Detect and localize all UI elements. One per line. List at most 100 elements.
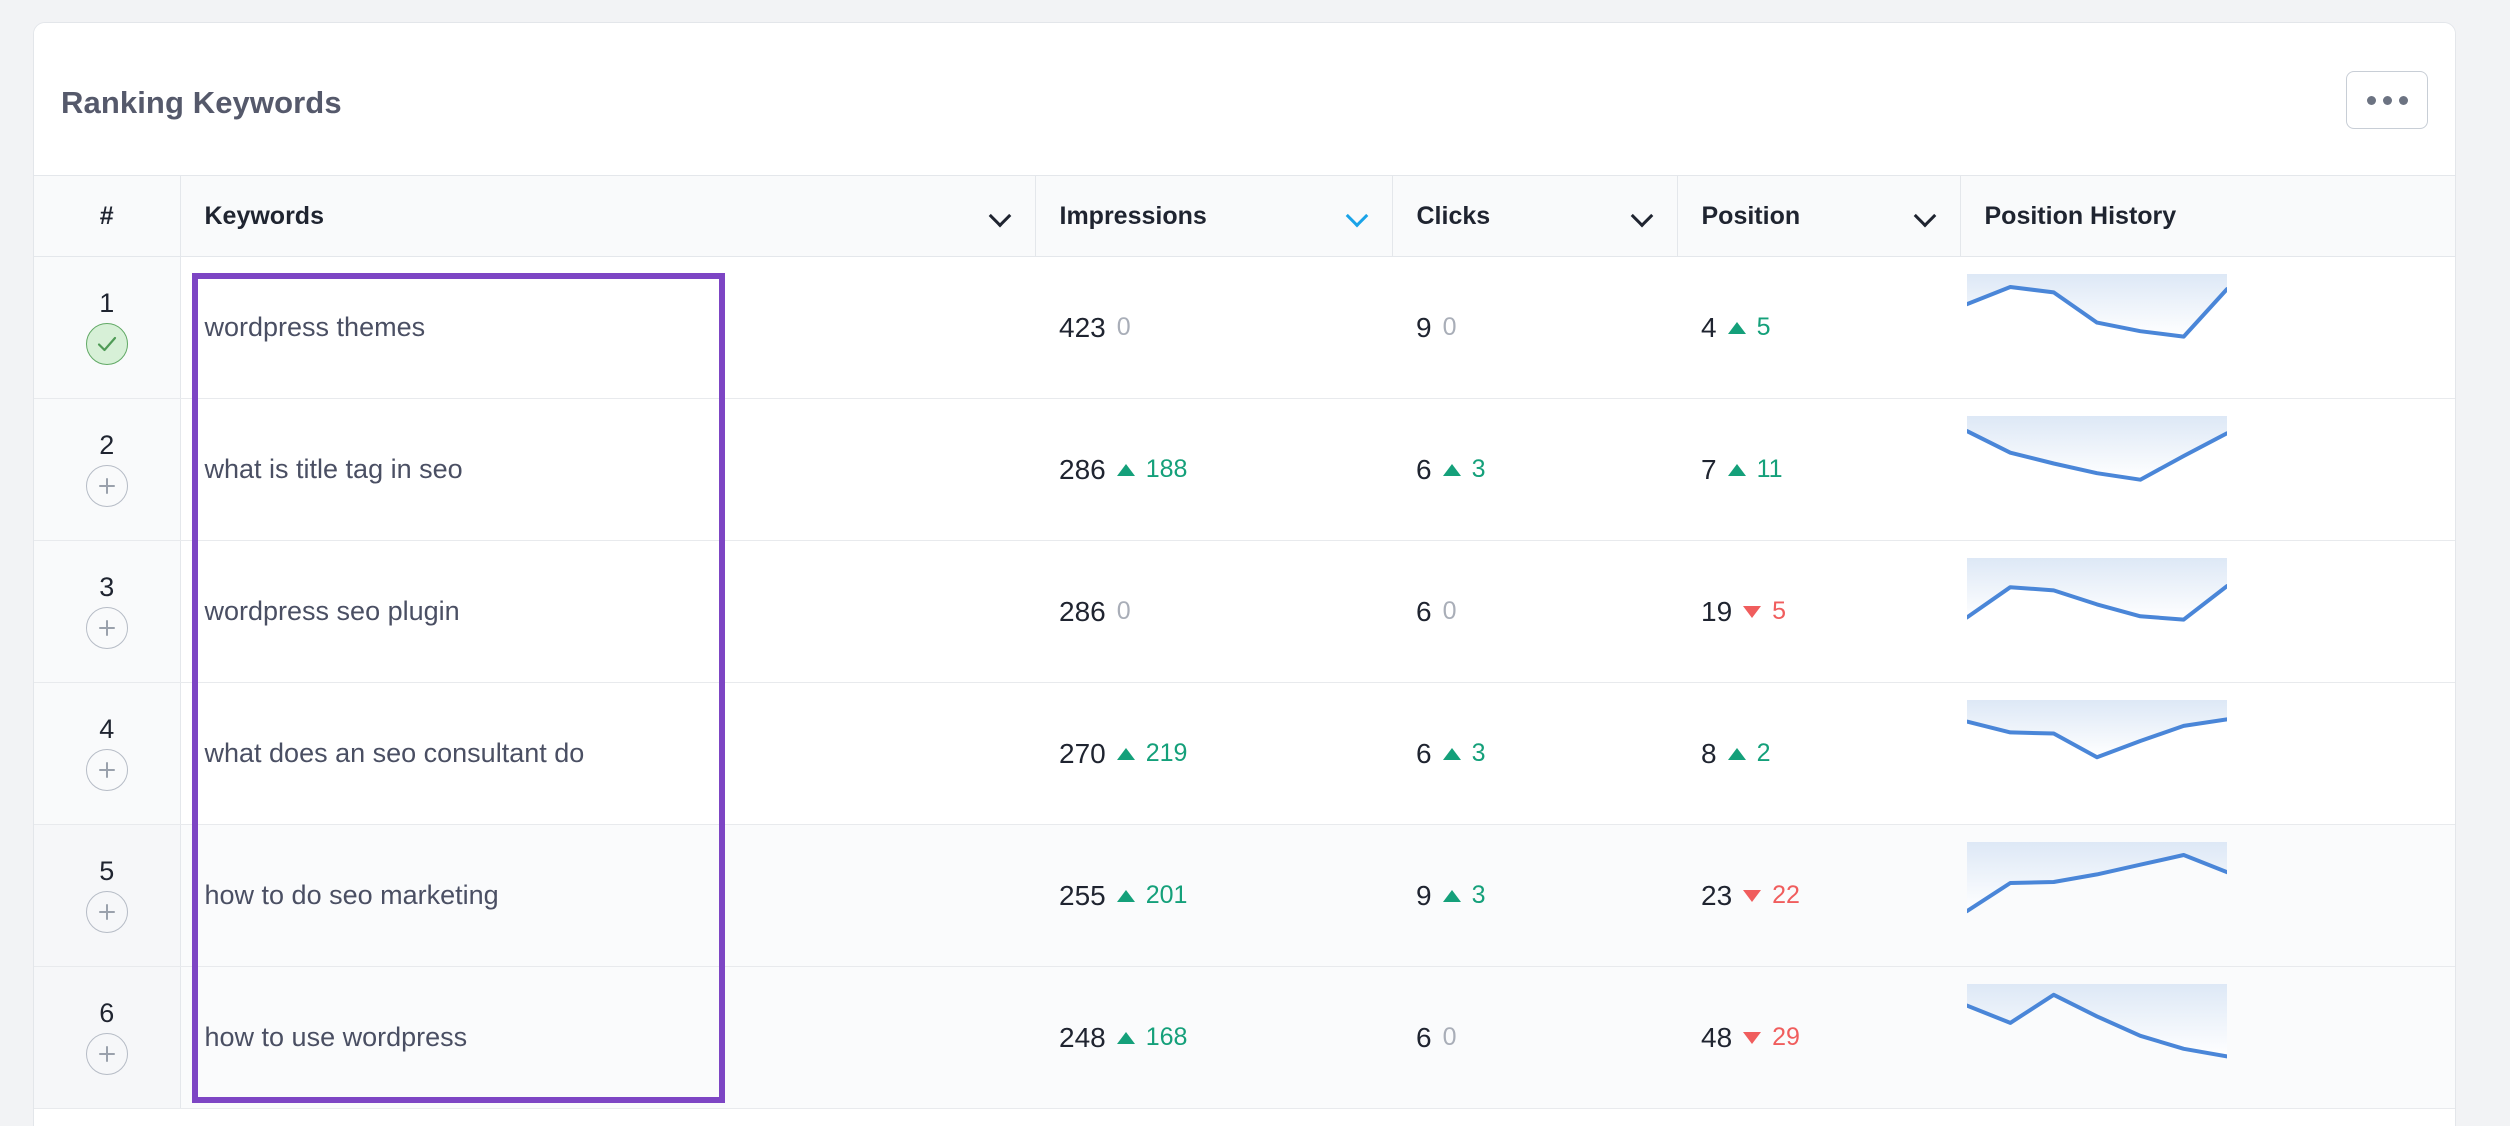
clicks-cell: 63: [1392, 398, 1677, 541]
position-metric: 7 11: [1701, 454, 1936, 486]
row-number-cell: 2: [34, 398, 181, 541]
impressions-cell: 270 219: [1035, 682, 1392, 825]
clicks-metric: 90: [1416, 312, 1653, 344]
row-rank-number: 2: [99, 430, 115, 460]
clicks-delta: 0: [1442, 597, 1457, 625]
table-row[interactable]: 3 wordpress seo plugin 286 0 6 0 19 5: [34, 540, 2455, 683]
clicks-delta: 0: [1442, 1023, 1457, 1051]
ranking-keywords-card: Ranking Keywords # Keywords Impressions …: [33, 22, 2456, 1126]
keyword-label: how to do seo marketing: [204, 880, 499, 910]
keyword-label: how to use wordpress: [204, 1022, 468, 1052]
position-metric: 82: [1701, 738, 1936, 770]
row-rank-number: 4: [99, 714, 115, 744]
column-header-position[interactable]: Position: [1677, 175, 1961, 257]
more-options-button[interactable]: [2346, 71, 2428, 129]
row-number-cell: 3: [34, 540, 181, 683]
position-value: 4: [1701, 311, 1717, 343]
column-header-impressions[interactable]: Impressions: [1035, 175, 1393, 257]
plus-icon[interactable]: [85, 749, 128, 791]
plus-icon[interactable]: [85, 465, 128, 507]
check-icon[interactable]: [85, 323, 128, 365]
clicks-value: 6: [1416, 453, 1432, 485]
table-row[interactable]: 6 how to use wordpress 248 168 6 0 48 29: [34, 966, 2455, 1109]
chevron-down-icon[interactable]: [1346, 205, 1368, 227]
keyword-cell[interactable]: how to use wordpress: [180, 966, 1035, 1109]
keyword-label: wordpress seo plugin: [204, 596, 460, 626]
position-delta: 11: [1756, 455, 1783, 483]
clicks-delta: 0: [1442, 313, 1457, 341]
table-row[interactable]: 4 what does an seo consultant do 270 219 6 3 8…: [34, 682, 2455, 825]
table-header: # Keywords Impressions Clicks Position P…: [34, 175, 2455, 257]
position-delta: 29: [1772, 1023, 1800, 1051]
column-header-clicks[interactable]: Clicks: [1392, 175, 1678, 257]
impressions-cell: 423 0: [1035, 256, 1392, 399]
keyword-label: wordpress themes: [204, 312, 426, 342]
page-title: Ranking Keywords: [61, 85, 342, 120]
keyword-label: what does an seo consultant do: [204, 738, 585, 768]
impressions-value: 255: [1059, 879, 1106, 911]
page-root: Ranking Keywords # Keywords Impressions …: [0, 0, 2510, 1126]
row-number-cell: 1: [34, 256, 181, 399]
position-delta: 22: [1772, 881, 1800, 909]
position-cell: 45: [1677, 256, 1960, 399]
position-history-sparkline: [1967, 273, 2455, 382]
clicks-value: 6: [1416, 1021, 1432, 1053]
table-body: 1 wordpress themes 423 0 9 0 4 5 2 what is title …: [34, 256, 2455, 1109]
position-history-sparkline: [1967, 983, 2455, 1092]
column-header-keywords[interactable]: Keywords: [180, 175, 1036, 257]
impressions-delta: 201: [1145, 881, 1188, 909]
position-history-cell: [1960, 398, 2455, 541]
column-header-position-history-label: Position History: [1984, 201, 2177, 230]
position-history-sparkline: [1967, 841, 2455, 950]
clicks-up-arrow-icon: [1442, 889, 1461, 902]
clicks-cell: 60: [1392, 540, 1677, 683]
keyword-cell[interactable]: how to do seo marketing: [180, 824, 1035, 967]
position-value: 48: [1701, 1021, 1733, 1053]
position-down-arrow-icon: [1743, 605, 1762, 618]
impressions-metric: 255 201: [1059, 880, 1368, 912]
chevron-down-icon[interactable]: [989, 205, 1011, 227]
keyword-label: what is title tag in seo: [204, 454, 463, 484]
impressions-value: 423: [1059, 311, 1106, 343]
position-metric: 48 29: [1701, 1022, 1936, 1054]
position-value: 7: [1701, 453, 1717, 485]
table-row[interactable]: 5 how to do seo marketing 255 201 9 3 23 22: [34, 824, 2455, 967]
plus-icon[interactable]: [85, 607, 128, 649]
keyword-cell[interactable]: what is title tag in seo: [180, 398, 1035, 541]
impressions-cell: 286 0: [1035, 540, 1392, 683]
position-value: 19: [1701, 595, 1733, 627]
impressions-up-arrow-icon: [1116, 1031, 1135, 1044]
clicks-metric: 60: [1416, 1022, 1653, 1054]
position-history-cell: [1960, 966, 2455, 1109]
impressions-up-arrow-icon: [1116, 463, 1135, 476]
table-row[interactable]: 2 what is title tag in seo 286 188 6 3 7 11: [34, 398, 2455, 541]
impressions-delta: 0: [1116, 313, 1131, 341]
ranking-keywords-table: # Keywords Impressions Clicks Position P…: [34, 175, 2455, 1109]
keyword-cell[interactable]: wordpress themes: [180, 256, 1035, 399]
plus-icon[interactable]: [85, 891, 128, 933]
clicks-cell: 63: [1392, 682, 1677, 825]
position-cell: 23 22: [1677, 824, 1960, 967]
impressions-value: 270: [1059, 737, 1106, 769]
column-header-clicks-label: Clicks: [1416, 201, 1491, 230]
impressions-value: 286: [1059, 453, 1106, 485]
impressions-up-arrow-icon: [1116, 747, 1135, 760]
table-row[interactable]: 1 wordpress themes 423 0 9 0 4 5: [34, 256, 2455, 399]
row-rank-number: 3: [99, 572, 115, 602]
column-header-position-label: Position: [1701, 201, 1801, 230]
chevron-down-icon[interactable]: [1914, 205, 1936, 227]
clicks-metric: 63: [1416, 454, 1653, 486]
plus-icon[interactable]: [85, 1033, 128, 1075]
ellipsis-dot-icon: [2398, 95, 2408, 105]
column-header-position-history: Position History: [1960, 175, 2455, 257]
card-header: Ranking Keywords: [34, 23, 2455, 175]
clicks-value: 6: [1416, 595, 1432, 627]
clicks-delta: 3: [1471, 881, 1486, 909]
impressions-cell: 248 168: [1035, 966, 1392, 1109]
clicks-value: 6: [1416, 737, 1432, 769]
chevron-down-icon[interactable]: [1631, 205, 1653, 227]
keyword-cell[interactable]: wordpress seo plugin: [180, 540, 1035, 683]
clicks-cell: 60: [1392, 966, 1677, 1109]
clicks-cell: 90: [1392, 256, 1677, 399]
keyword-cell[interactable]: what does an seo consultant do: [180, 682, 1035, 825]
